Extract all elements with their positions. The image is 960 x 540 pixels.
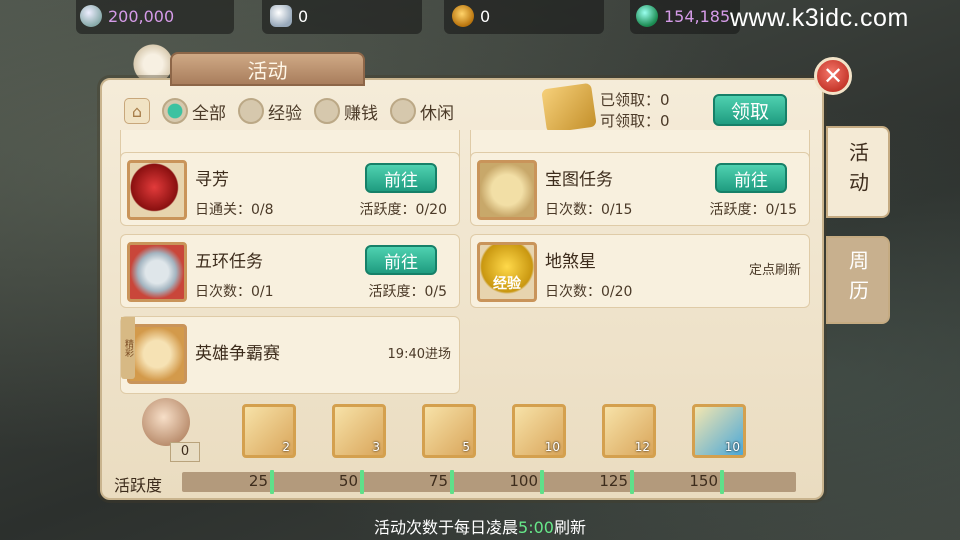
radio-selected-icon bbox=[162, 98, 188, 124]
red-flower-icon bbox=[127, 160, 187, 220]
silver-ingot-icon bbox=[270, 5, 292, 27]
activity-count: 日次数：0/20 bbox=[545, 284, 633, 300]
milestone-label: 100 bbox=[509, 472, 538, 490]
milestone-tick bbox=[630, 470, 634, 494]
milestone-tick bbox=[270, 470, 274, 494]
currency-ingot[interactable]: 0 bbox=[270, 2, 308, 30]
close-icon: ✕ bbox=[822, 62, 844, 90]
claim-info: 已领取：0 可领取：0 bbox=[600, 90, 670, 132]
milestone-label: 125 bbox=[599, 472, 628, 490]
watermark: www.k3idc.com bbox=[730, 4, 909, 32]
radio-icon bbox=[314, 98, 340, 124]
tab-weekly-calendar[interactable]: 周历 bbox=[826, 236, 890, 324]
hero-battle-icon bbox=[127, 324, 187, 384]
silver-coin-icon bbox=[80, 5, 102, 27]
go-button[interactable]: 前往 bbox=[715, 163, 787, 193]
activity-card[interactable]: 精彩 英雄争霸赛 19:40进场 bbox=[120, 316, 460, 394]
activity-points-count: 0 bbox=[170, 442, 200, 462]
jade-money-icon bbox=[636, 5, 658, 27]
activity-points: 活跃度：0/20 bbox=[359, 202, 447, 218]
activity-card[interactable]: 五环任务 前往 日次数：0/1 活跃度：0/5 bbox=[120, 234, 460, 308]
reward-chest-25[interactable]: 2 bbox=[242, 404, 296, 458]
activity-name: 英雄争霸赛 bbox=[195, 344, 280, 364]
milestone-label: 150 bbox=[689, 472, 718, 490]
claimable-count: 可领取：0 bbox=[600, 112, 670, 130]
reward-chest-50[interactable]: 3 bbox=[332, 404, 386, 458]
treasure-map-icon bbox=[477, 160, 537, 220]
radio-icon bbox=[390, 98, 416, 124]
activity-card[interactable]: 宝图任务 前往 日次数：0/15 活跃度：0/15 bbox=[470, 152, 810, 226]
go-button[interactable]: 前往 bbox=[365, 163, 437, 193]
radio-icon bbox=[238, 98, 264, 124]
activity-card[interactable]: 经验 地煞星 定点刷新 日次数：0/20 bbox=[470, 234, 810, 308]
milestone-tick bbox=[360, 470, 364, 494]
claim-button[interactable]: 领取 bbox=[713, 94, 787, 126]
milestone-tick bbox=[540, 470, 544, 494]
activity-count: 日次数：0/15 bbox=[545, 202, 633, 218]
mascot-icon bbox=[142, 398, 190, 446]
exp-gourd-icon: 经验 bbox=[477, 242, 537, 302]
activity-points: 活跃度：0/5 bbox=[368, 284, 447, 300]
go-button[interactable]: 前往 bbox=[365, 245, 437, 275]
panel-title: 活动 bbox=[170, 52, 365, 86]
currency-jade[interactable]: 154,185 bbox=[636, 2, 730, 30]
filter-row: ⌂ 全部 经验 赚钱 休闲 bbox=[124, 96, 454, 126]
activity-bar-label: 活跃度 bbox=[114, 476, 163, 495]
milestone-label: 50 bbox=[338, 472, 358, 490]
activity-card[interactable]: 寻芳 前往 日通关：0/8 活跃度：0/20 bbox=[120, 152, 460, 226]
home-icon[interactable]: ⌂ bbox=[124, 98, 150, 124]
milestone-tick bbox=[720, 470, 724, 494]
currency-copper[interactable]: 0 bbox=[452, 2, 490, 30]
milestone-label: 75 bbox=[428, 472, 448, 490]
currency-silver[interactable]: 200,000 bbox=[80, 2, 174, 30]
refresh-note: 定点刷新 bbox=[748, 263, 801, 278]
activity-count: 日次数：0/1 bbox=[195, 284, 274, 300]
currency-bar: 200,000 0 0 154,185 www.k3idc.com bbox=[0, 0, 960, 34]
filter-all[interactable]: 全部 bbox=[162, 98, 226, 124]
copper-coin-icon bbox=[452, 5, 474, 27]
milestone-tick bbox=[450, 470, 454, 494]
claimed-count: 已领取：0 bbox=[600, 91, 670, 109]
refresh-notice: 活动次数于每日凌晨5:00刷新 bbox=[374, 518, 586, 537]
reward-scroll-150[interactable]: 10 bbox=[692, 404, 746, 458]
reward-chest-100[interactable]: 10 bbox=[512, 404, 566, 458]
filter-leisure[interactable]: 休闲 bbox=[390, 98, 454, 124]
activity-name: 地煞星 bbox=[545, 252, 596, 272]
reward-chest-125[interactable]: 12 bbox=[602, 404, 656, 458]
filter-money[interactable]: 赚钱 bbox=[314, 98, 378, 124]
activity-points: 活跃度：0/15 bbox=[709, 202, 797, 218]
close-button[interactable]: ✕ bbox=[814, 57, 852, 95]
reward-chest-75[interactable]: 5 bbox=[422, 404, 476, 458]
teapot-icon bbox=[127, 242, 187, 302]
activity-name: 寻芳 bbox=[195, 170, 229, 190]
entry-time: 19:40进场 bbox=[387, 347, 451, 362]
activity-name: 五环任务 bbox=[195, 252, 263, 272]
scroll-reward-icon bbox=[541, 82, 597, 134]
activity-list[interactable]: 寻芳 前往 日通关：0/8 活跃度：0/20 宝图任务 前往 日次数：0/15 … bbox=[120, 130, 810, 396]
mascot-avatar: 0 bbox=[130, 398, 202, 462]
tab-activity[interactable]: 活动 bbox=[826, 126, 890, 218]
milestone-label: 25 bbox=[248, 472, 268, 490]
activity-count: 日通关：0/8 bbox=[195, 202, 274, 218]
activity-name: 宝图任务 bbox=[545, 170, 613, 190]
featured-tag: 精彩 bbox=[121, 317, 135, 379]
filter-exp[interactable]: 经验 bbox=[238, 98, 302, 124]
